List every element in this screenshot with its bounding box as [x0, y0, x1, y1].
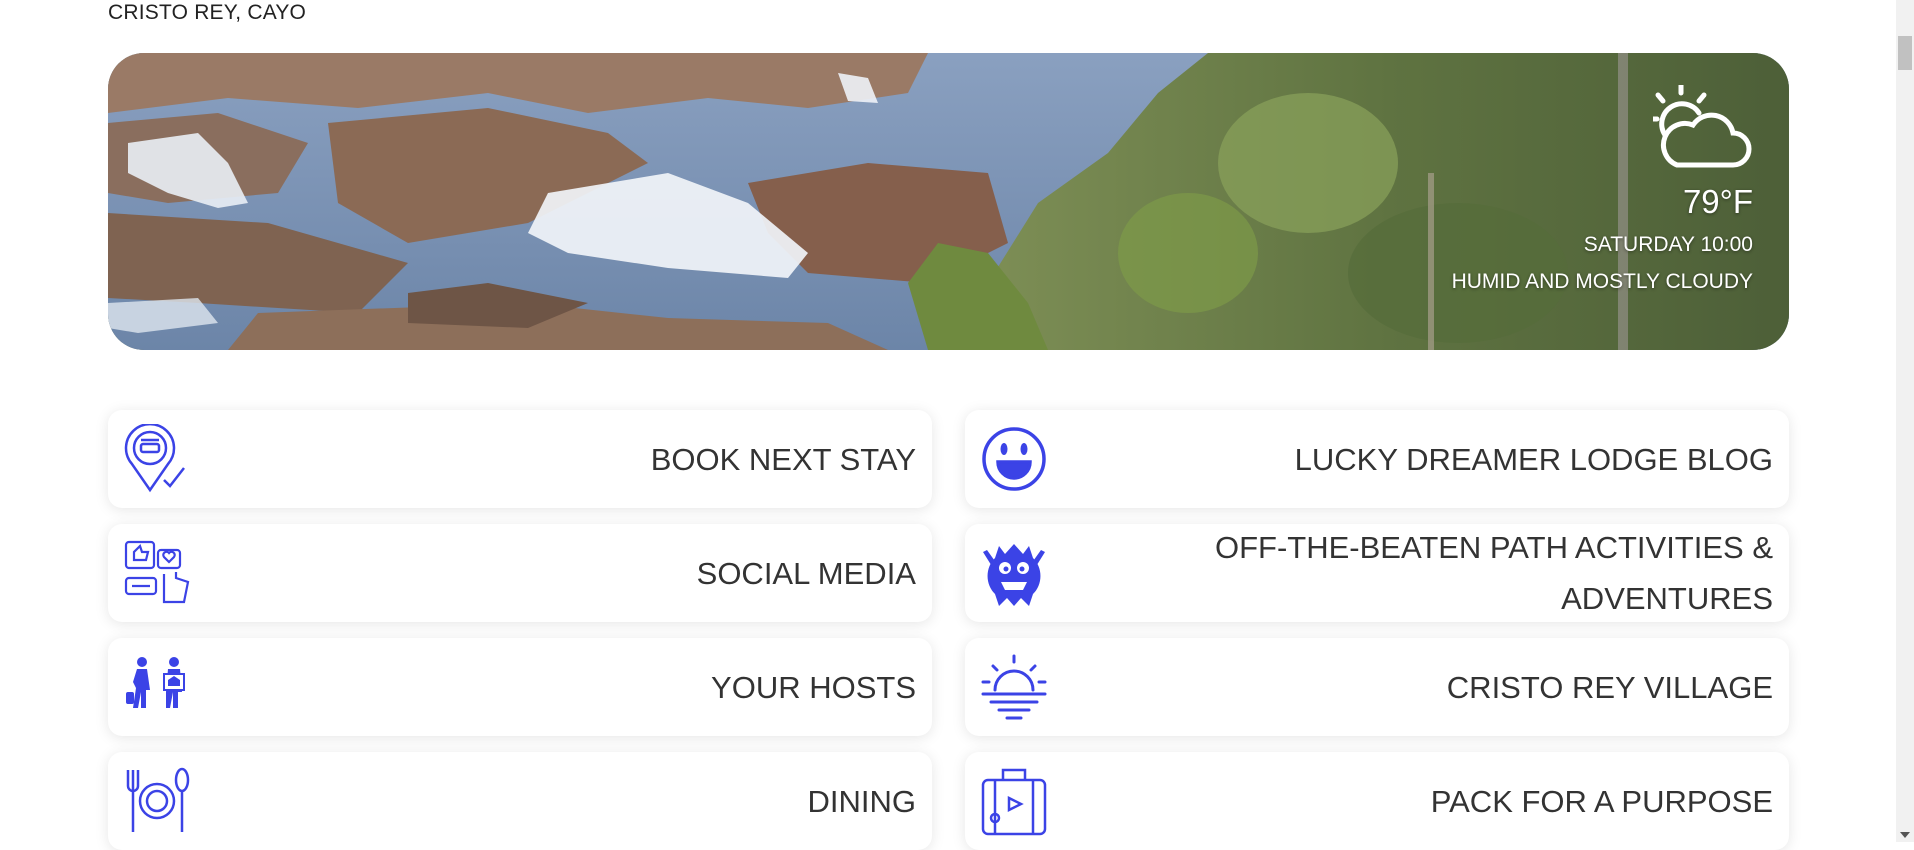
- smiley-face-icon: [982, 427, 1046, 491]
- scrollbar-thumb[interactable]: [1898, 36, 1912, 70]
- scroll-down-arrow-icon[interactable]: [1900, 832, 1910, 838]
- social-media-icon: [124, 540, 190, 604]
- monster-icon: [983, 544, 1045, 606]
- card-label: YOUR HOSTS: [711, 669, 916, 705]
- card-label: PACK FOR A PURPOSE: [1430, 783, 1773, 819]
- card-label: LUCKY DREAMER LODGE BLOG: [1294, 441, 1773, 477]
- weather-datetime: SATURDAY 10:00: [1583, 233, 1753, 256]
- dining-icon: [126, 767, 190, 832]
- book-next-stay-card[interactable]: BOOK NEXT STAY: [108, 410, 932, 508]
- temperature: 79°F: [1682, 183, 1753, 220]
- pack-for-a-purpose-card[interactable]: PACK FOR A PURPOSE: [965, 752, 1789, 850]
- scrollbar[interactable]: [1896, 0, 1914, 842]
- weather-widget: 79°F SATURDAY 10:00 HUMID AND MOSTLY CLO…: [1452, 85, 1753, 295]
- sunrise-icon: [981, 654, 1047, 720]
- your-hosts-card[interactable]: YOUR HOSTS: [108, 638, 932, 736]
- cristo-rey-village-card[interactable]: CRISTO REY VILLAGE: [965, 638, 1789, 736]
- location-title: CRISTO REY, CAYO: [108, 1, 307, 24]
- booking-pin-icon: [124, 424, 185, 493]
- hosts-icon: [126, 657, 185, 708]
- hero-banner: 79°F SATURDAY 10:00 HUMID AND MOSTLY CLO…: [108, 53, 1789, 350]
- card-label: SOCIAL MEDIA: [696, 555, 916, 591]
- social-media-card[interactable]: SOCIAL MEDIA: [108, 524, 932, 622]
- dining-card[interactable]: DINING: [108, 752, 932, 850]
- card-label: BOOK NEXT STAY: [650, 441, 916, 477]
- activities-adventures-card[interactable]: OFF-THE-BEATEN PATH ACTIVITIES & ADVENTU…: [965, 524, 1789, 622]
- card-label: OFF-THE-BEATEN PATH ACTIVITIES & ADVENTU…: [1214, 530, 1773, 616]
- weather-condition: HUMID AND MOSTLY CLOUDY: [1451, 270, 1753, 293]
- card-label: DINING: [807, 783, 917, 819]
- lodge-blog-card[interactable]: LUCKY DREAMER LODGE BLOG: [965, 410, 1789, 508]
- suitcase-icon: [981, 768, 1047, 836]
- partly-cloudy-sun-icon: [1653, 85, 1752, 168]
- card-label: CRISTO REY VILLAGE: [1446, 669, 1773, 705]
